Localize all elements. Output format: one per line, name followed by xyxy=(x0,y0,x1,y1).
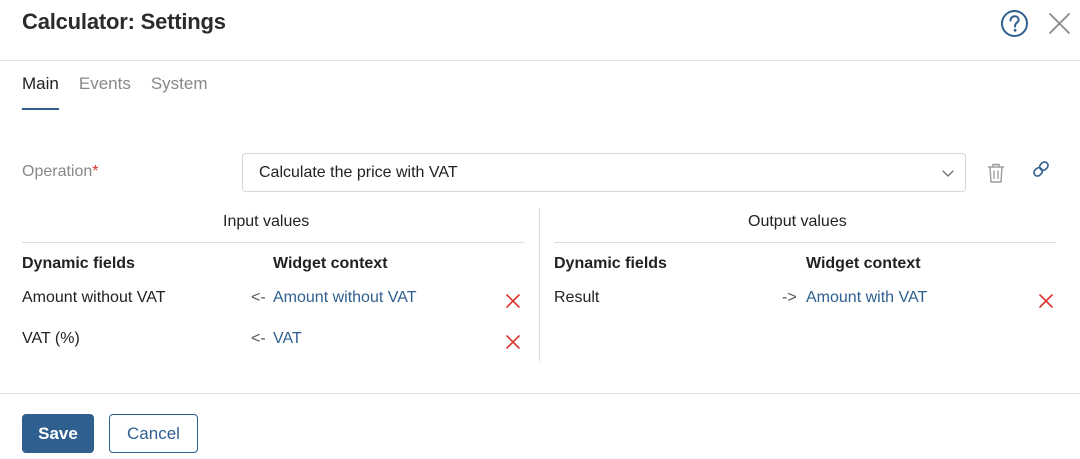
close-button[interactable] xyxy=(1047,11,1072,36)
operation-label: Operation* xyxy=(22,163,99,181)
input-row-field: Amount without VAT xyxy=(22,289,166,306)
delete-x-icon[interactable] xyxy=(505,293,521,309)
operation-label-text: Operation xyxy=(22,163,93,180)
help-button[interactable] xyxy=(1000,9,1029,38)
tab-main[interactable]: Main xyxy=(22,74,59,110)
output-col-dynamic-fields: Dynamic fields xyxy=(554,255,667,272)
footer-divider xyxy=(0,393,1080,394)
close-icon xyxy=(1049,13,1070,34)
tab-events[interactable]: Events xyxy=(79,74,131,110)
input-values-heading: Input values xyxy=(223,213,310,230)
input-col-widget-context: Widget context xyxy=(273,255,388,272)
input-row-field: VAT (%) xyxy=(22,330,80,347)
link-icon xyxy=(1033,161,1049,177)
dialog-title: Calculator: Settings xyxy=(22,9,226,34)
tab-system[interactable]: System xyxy=(151,74,208,110)
delete-operation-button[interactable] xyxy=(986,162,1006,184)
input-col-dynamic-fields: Dynamic fields xyxy=(22,255,135,272)
save-button[interactable]: Save xyxy=(22,414,94,453)
tab-bar: Main Events System xyxy=(22,74,228,110)
output-row-arrow: -> xyxy=(782,289,797,306)
output-row-context-link[interactable]: Amount with VAT xyxy=(806,289,927,307)
required-mark: * xyxy=(92,163,99,180)
operation-select[interactable]: Calculate the price with VAT xyxy=(242,153,966,192)
panel-separator xyxy=(539,208,540,361)
delete-x-icon[interactable] xyxy=(1038,293,1054,309)
output-row-field: Result xyxy=(554,289,600,306)
input-row-context-link[interactable]: VAT xyxy=(273,330,302,348)
input-row-context-link[interactable]: Amount without VAT xyxy=(273,289,416,307)
link-button[interactable] xyxy=(1031,159,1051,179)
output-values-divider xyxy=(554,242,1056,243)
help-icon xyxy=(1001,10,1028,37)
delete-x-icon[interactable] xyxy=(505,334,521,350)
operation-select-value: Calculate the price with VAT xyxy=(259,164,458,181)
input-row-arrow: <- xyxy=(251,289,266,306)
chevron-down-icon xyxy=(942,170,954,177)
input-values-divider xyxy=(22,242,524,243)
output-col-widget-context: Widget context xyxy=(806,255,921,272)
cancel-button[interactable]: Cancel xyxy=(109,414,198,453)
dialog-header: Calculator: Settings xyxy=(0,0,1080,61)
output-values-heading: Output values xyxy=(748,213,847,230)
input-row-arrow: <- xyxy=(251,330,266,347)
trash-icon xyxy=(988,163,1004,183)
